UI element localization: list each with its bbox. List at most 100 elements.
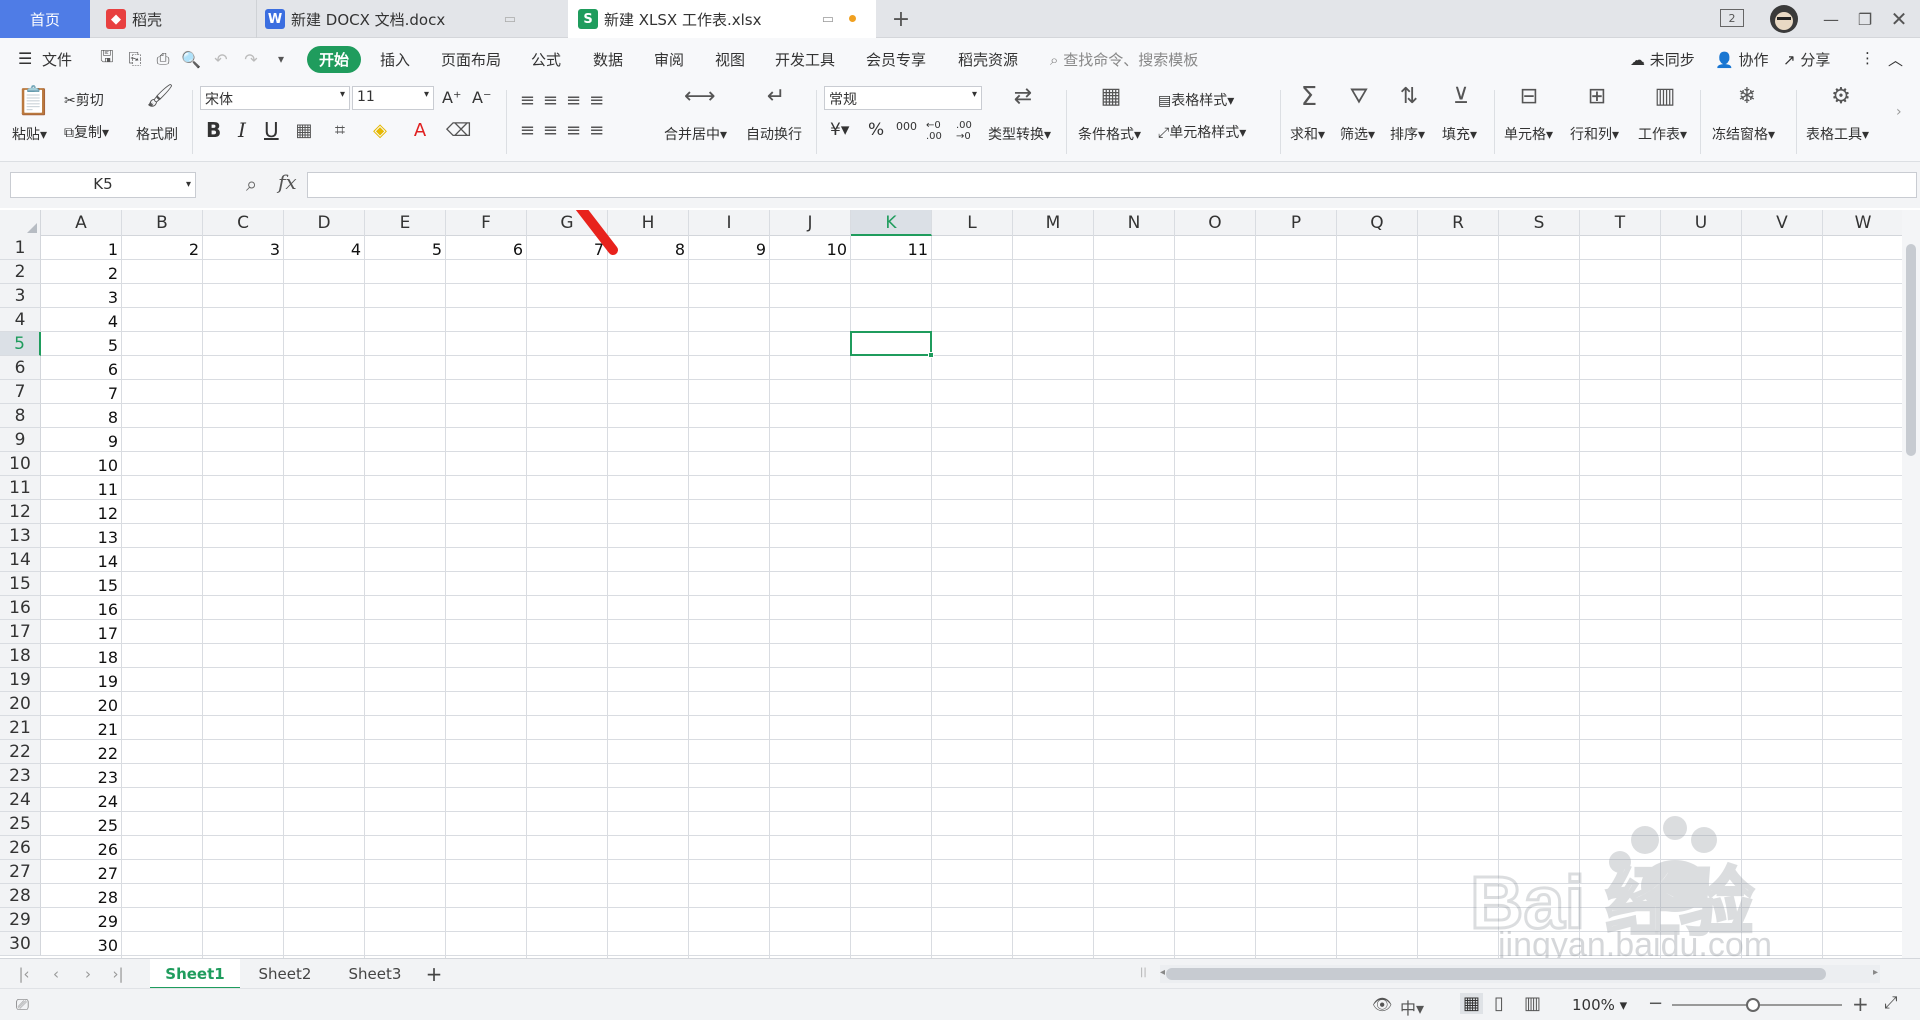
docx-monitor-icon[interactable]: ▭ (504, 12, 516, 27)
cell-a22[interactable]: 22 (41, 740, 122, 764)
row-header-26[interactable]: 26 (0, 836, 41, 860)
cut-button[interactable]: ✂剪切 (64, 90, 104, 110)
add-sheet-button[interactable]: + (420, 959, 448, 989)
undo-icon[interactable]: ↶ (210, 48, 232, 70)
row-header-13[interactable]: 13 (0, 524, 41, 548)
conditional-format-icon[interactable]: ▦ (1096, 86, 1126, 108)
insert-function-button[interactable]: fx (278, 170, 297, 194)
merge-center-button[interactable]: 合并居中▾ (664, 124, 727, 144)
command-search[interactable]: ⌕ 查找命令、搜索模板 (1050, 49, 1198, 70)
cell-a19[interactable]: 19 (41, 668, 122, 692)
new-tab-button[interactable]: + (888, 0, 914, 38)
row-header-27[interactable]: 27 (0, 860, 41, 884)
fill-color-icon[interactable]: ◈ (368, 120, 392, 142)
cell-a17[interactable]: 17 (41, 620, 122, 644)
name-box[interactable]: K5 ▾ (10, 172, 196, 198)
hamburger-menu-icon[interactable]: ☰ (18, 49, 32, 68)
cell-a30[interactable]: 30 (41, 932, 122, 956)
page-break-view-icon[interactable]: ▥ (1524, 993, 1541, 1014)
sheet-tab-3[interactable]: Sheet3 (330, 959, 420, 989)
borders-icon[interactable]: ▦ (292, 120, 316, 142)
formula-input[interactable] (307, 172, 1917, 198)
menu-data[interactable]: 数据 (593, 49, 623, 70)
daoke-tab[interactable]: ◆ 稻壳 (98, 0, 248, 38)
cell-a20[interactable]: 20 (41, 692, 122, 716)
share-button[interactable]: ↗ 分享 (1783, 49, 1830, 70)
increase-decimal-button[interactable]: ←0 .00 (926, 120, 952, 142)
row-header-6[interactable]: 6 (0, 356, 41, 380)
cell-a4[interactable]: 4 (41, 308, 122, 332)
row-header-30[interactable]: 30 (0, 932, 41, 956)
cell-a24[interactable]: 24 (41, 788, 122, 812)
row-header-17[interactable]: 17 (0, 620, 41, 644)
sync-status[interactable]: ☁ 未同步 (1630, 49, 1695, 70)
cell-a8[interactable]: 8 (41, 404, 122, 428)
row-header-22[interactable]: 22 (0, 740, 41, 764)
sheet-tab-1[interactable]: Sheet1 (150, 959, 240, 989)
scroll-right-icon[interactable]: ▸ (1873, 967, 1878, 978)
print-icon[interactable]: ⎙ (152, 48, 174, 70)
freeze-panes-button[interactable]: 冻结窗格▾ (1712, 124, 1775, 144)
menu-file[interactable]: 文件 (42, 49, 72, 70)
vertical-scrollbar[interactable] (1902, 210, 1920, 958)
cell-a18[interactable]: 18 (41, 644, 122, 668)
zoom-select[interactable]: 100% ▾ (1572, 996, 1627, 1014)
row-header-25[interactable]: 25 (0, 812, 41, 836)
cell-i1[interactable]: 9 (689, 236, 770, 260)
menu-page-layout[interactable]: 页面布局 (441, 49, 501, 70)
menu-developer[interactable]: 开发工具 (775, 49, 835, 70)
fill-icon[interactable]: ⊻ (1446, 86, 1476, 108)
row-header-8[interactable]: 8 (0, 404, 41, 428)
table-tools-button[interactable]: 表格工具▾ (1806, 124, 1869, 144)
sort-icon[interactable]: ⇅ (1394, 86, 1424, 108)
row-header-28[interactable]: 28 (0, 884, 41, 908)
row-header-12[interactable]: 12 (0, 500, 41, 524)
cell-a14[interactable]: 14 (41, 548, 122, 572)
docx-tab[interactable]: W 新建 DOCX 文档.docx ▭ (256, 0, 556, 38)
copy-button[interactable]: ⧉复制▾ (64, 122, 109, 142)
zoom-in-icon[interactable]: + (1852, 992, 1869, 1016)
paste-button[interactable]: 粘贴▾ (12, 124, 47, 144)
row-header-29[interactable]: 29 (0, 908, 41, 932)
underline-button[interactable]: U (264, 118, 279, 142)
sum-icon[interactable]: Σ (1294, 84, 1324, 110)
cell-a28[interactable]: 28 (41, 884, 122, 908)
input-method-icon[interactable]: 中▾ (1400, 995, 1424, 1019)
row-header-19[interactable]: 19 (0, 668, 41, 692)
font-size-select[interactable]: 11 ▾ (352, 86, 434, 110)
menu-review[interactable]: 审阅 (654, 49, 684, 70)
filter-icon[interactable]: ⛛ (1344, 86, 1374, 108)
cell-f1[interactable]: 6 (446, 236, 527, 260)
print-preview-icon[interactable]: 🔍 (180, 48, 202, 70)
thousands-button[interactable]: 000 (896, 120, 917, 133)
cell-a16[interactable]: 16 (41, 596, 122, 620)
eye-protection-icon[interactable]: 👁 (1372, 995, 1392, 1014)
home-tab[interactable]: 首页 (0, 0, 90, 38)
ribbon-scroll-right-icon[interactable]: › (1896, 104, 1902, 120)
restore-button[interactable]: ❐ (1852, 6, 1878, 32)
conditional-format-button[interactable]: 条件格式▾ (1078, 124, 1141, 144)
row-header-21[interactable]: 21 (0, 716, 41, 740)
cell-icon[interactable]: ⊟ (1514, 86, 1544, 108)
clear-icon[interactable]: ⌫ (446, 120, 471, 142)
first-sheet-icon[interactable]: |‹ (14, 959, 34, 989)
row-header-7[interactable]: 7 (0, 380, 41, 404)
cell-a3[interactable]: 3 (41, 284, 122, 308)
row-header-23[interactable]: 23 (0, 764, 41, 788)
cell-a13[interactable]: 13 (41, 524, 122, 548)
collaborate-button[interactable]: 👤 协作 (1715, 49, 1768, 70)
row-header-10[interactable]: 10 (0, 452, 41, 476)
menu-member[interactable]: 会员专享 (866, 49, 926, 70)
cell-a26[interactable]: 26 (41, 836, 122, 860)
fullscreen-icon[interactable]: ⤢ (1884, 993, 1898, 1013)
cell-h1[interactable]: 8 (608, 236, 689, 260)
row-header-11[interactable]: 11 (0, 476, 41, 500)
cell-style-button[interactable]: ⤢单元格样式▾ (1158, 122, 1246, 142)
cell-a5[interactable]: 5 (41, 332, 122, 356)
macro-record-icon[interactable]: ⎚ (16, 995, 29, 1015)
percent-button[interactable]: % (868, 120, 884, 140)
wrap-text-button[interactable]: 自动换行 (746, 124, 802, 144)
number-format-select[interactable]: 常规 ▾ (824, 86, 982, 110)
cell-a27[interactable]: 27 (41, 860, 122, 884)
page-view-icon[interactable]: ▯ (1494, 993, 1504, 1014)
